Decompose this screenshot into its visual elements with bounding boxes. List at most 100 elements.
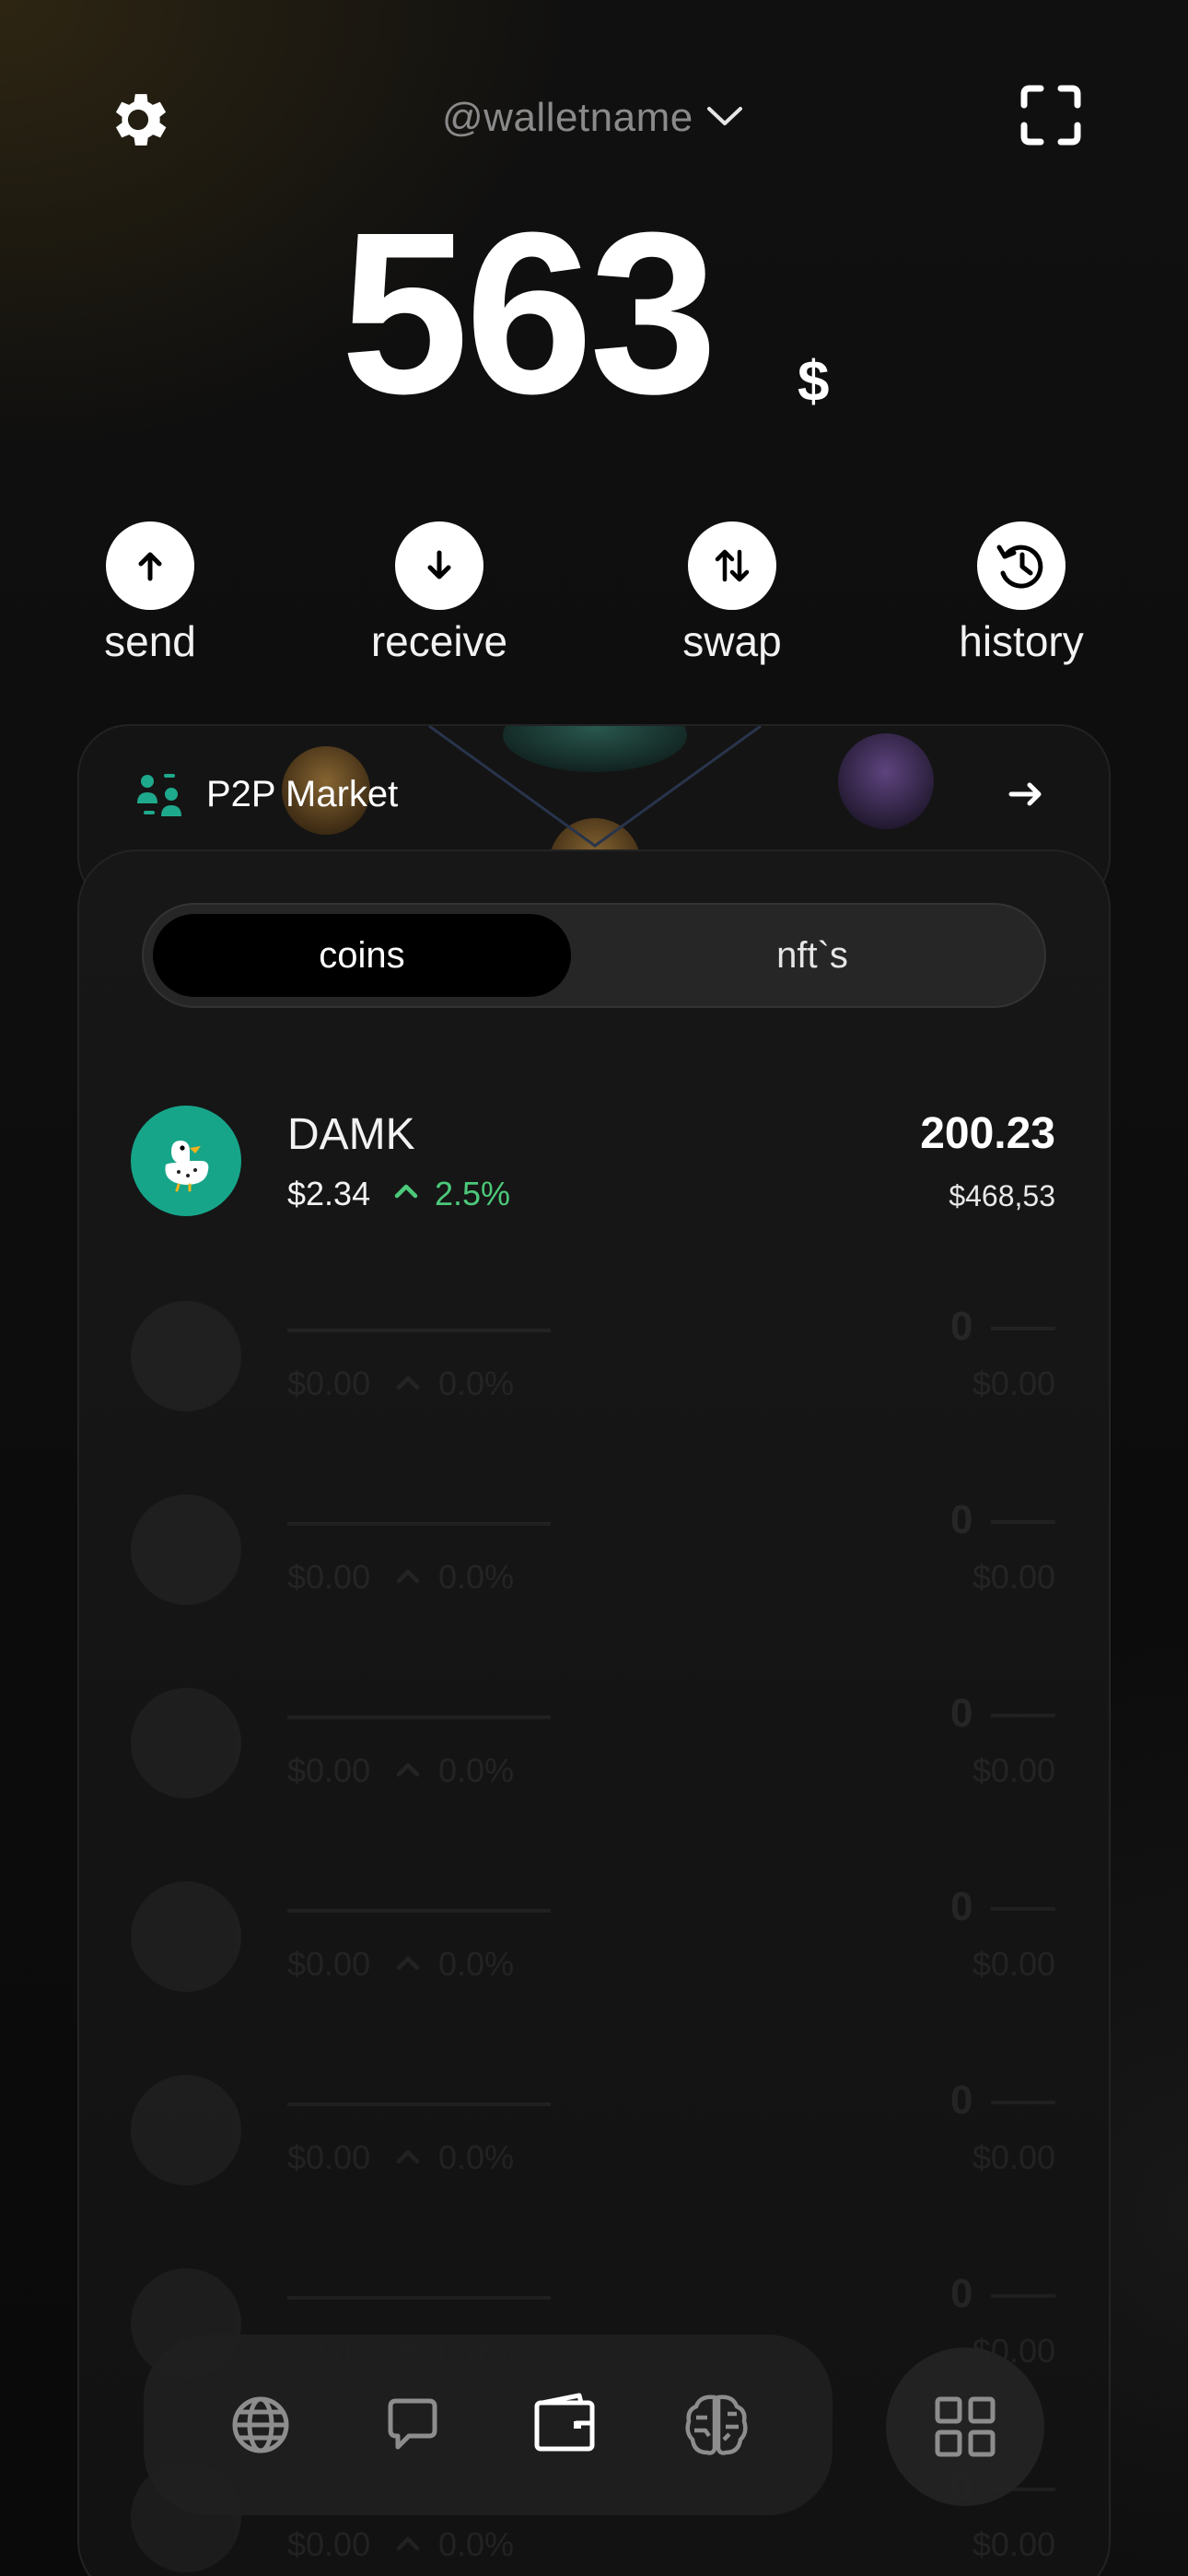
coin-change: 2.5% — [435, 1175, 511, 1212]
arrow-up-icon — [138, 552, 162, 581]
placeholder-row: $0.00 0.0% 0 $0.00 — [0, 2075, 1188, 2259]
send-button[interactable]: send — [53, 521, 247, 678]
placeholder-amount-line — [991, 1714, 1055, 1717]
placeholder-amount-line — [991, 1520, 1055, 1524]
scan-icon — [1020, 85, 1081, 146]
history-button[interactable]: history — [925, 521, 1118, 678]
arrow-right-icon — [1008, 782, 1042, 806]
nav-explore[interactable] — [215, 2379, 307, 2471]
wallet-dropdown-button[interactable] — [704, 98, 746, 135]
placeholder-amount: 0 — [950, 1691, 973, 1736]
placeholder-value: $0.00 — [972, 1751, 1055, 1789]
change-up-icon — [396, 1762, 420, 1777]
bottom-nav — [144, 2335, 833, 2515]
placeholder-amount: 0 — [950, 1304, 973, 1349]
placeholder-price: $0.00 — [287, 1945, 371, 1983]
placeholder-amount-line — [991, 2294, 1055, 2298]
placeholder-change: 0.0% — [438, 1751, 515, 1789]
placeholder-amount: 0 — [950, 1884, 973, 1929]
placeholder-price: $0.00 — [287, 1751, 371, 1789]
scan-button[interactable] — [1020, 85, 1081, 146]
placeholder-logo — [131, 2075, 241, 2185]
placeholder-value: $0.00 — [972, 1558, 1055, 1596]
placeholder-change: 0.0% — [438, 1558, 515, 1596]
coin-price: $2.34 — [287, 1175, 371, 1212]
placeholder-name-line — [287, 1522, 551, 1526]
p2p-open-button[interactable] — [1006, 774, 1046, 814]
placeholder-amount: 0 — [950, 1497, 973, 1542]
placeholder-name-line — [287, 1715, 551, 1719]
duck-icon — [165, 1141, 209, 1192]
change-up-icon — [396, 1568, 420, 1584]
send-circle — [106, 521, 194, 610]
placeholder-amount: 0 — [950, 2271, 973, 2316]
placeholder-change: 0.0% — [438, 1945, 515, 1983]
placeholder-amount-line — [991, 1327, 1055, 1330]
swap-circle — [688, 521, 776, 610]
placeholder-logo — [131, 1301, 241, 1411]
tab-nfts[interactable]: nft`s — [589, 914, 1035, 997]
nav-ai[interactable] — [670, 2379, 763, 2471]
change-up-icon — [396, 2535, 420, 2551]
nav-chat[interactable] — [367, 2379, 459, 2471]
placeholder-logo — [131, 1688, 241, 1798]
apps-button[interactable] — [886, 2348, 1044, 2506]
placeholder-change: 0.0% — [438, 1364, 515, 1402]
placeholder-row: $0.00 0.0% 0 $0.00 — [0, 1494, 1188, 1679]
placeholder-value: $0.00 — [972, 1364, 1055, 1402]
coin-amount: 200.23 — [920, 1109, 1055, 1158]
globe-icon — [232, 2396, 288, 2453]
balance-currency: $ — [798, 350, 830, 414]
placeholder-row: $0.00 0.0% 0 $0.00 — [0, 1881, 1188, 2066]
placeholder-row: $0.00 0.0% 0 $0.00 — [0, 1301, 1188, 1485]
users-icon — [137, 774, 181, 816]
settings-button[interactable] — [103, 85, 173, 155]
swap-label: swap — [682, 617, 782, 665]
history-icon — [996, 544, 1043, 589]
change-up-icon — [392, 1177, 420, 1205]
wallet-name-selector[interactable]: @walletname — [442, 88, 693, 147]
send-label: send — [104, 617, 196, 665]
coin-logo — [131, 1106, 241, 1216]
nav-wallet[interactable] — [518, 2379, 611, 2471]
placeholder-change: 0.0% — [438, 2525, 515, 2563]
receive-button[interactable]: receive — [343, 521, 536, 678]
receive-label: receive — [370, 617, 508, 665]
chat-icon — [388, 2398, 437, 2450]
coin-name: DAMK — [287, 1110, 415, 1159]
placeholder-price: $0.00 — [287, 2138, 371, 2176]
placeholder-name-line — [287, 2102, 551, 2106]
placeholder-row: $0.00 0.0% 0 $0.00 — [0, 1688, 1188, 1872]
apps-grid-icon — [935, 2396, 996, 2457]
placeholder-amount-line — [991, 2101, 1055, 2104]
placeholder-amount-line — [991, 1907, 1055, 1911]
placeholder-amount: 0 — [950, 2078, 973, 2123]
placeholder-logo — [131, 1494, 241, 1605]
tab-coins[interactable]: coins — [153, 914, 571, 997]
change-up-icon — [396, 1955, 420, 1971]
history-label: history — [959, 617, 1084, 665]
placeholder-logo — [131, 1881, 241, 1992]
balance-amount: 563 — [341, 184, 717, 441]
swap-icon — [715, 549, 750, 582]
history-circle — [977, 521, 1066, 610]
receive-circle — [395, 521, 483, 610]
placeholder-change: 0.0% — [438, 2138, 515, 2176]
placeholder-price: $0.00 — [287, 1364, 371, 1402]
p2p-market-title: P2P Market — [206, 774, 399, 814]
placeholder-name-line — [287, 2296, 551, 2300]
coin-value: $468,53 — [949, 1179, 1055, 1212]
change-up-icon — [396, 1375, 420, 1390]
placeholder-value: $0.00 — [972, 1945, 1055, 1983]
arrow-down-icon — [427, 550, 451, 580]
placeholder-name-line — [287, 1909, 551, 1913]
gear-icon — [115, 94, 167, 146]
placeholder-price: $0.00 — [287, 2525, 371, 2563]
placeholder-price: $0.00 — [287, 1558, 371, 1596]
p2p-users-button — [134, 770, 184, 820]
placeholder-name-line — [287, 1329, 551, 1332]
placeholder-value: $0.00 — [972, 2525, 1055, 2563]
swap-button[interactable]: swap — [635, 521, 829, 678]
placeholder-value: $0.00 — [972, 2138, 1055, 2176]
brain-icon — [684, 2395, 748, 2455]
